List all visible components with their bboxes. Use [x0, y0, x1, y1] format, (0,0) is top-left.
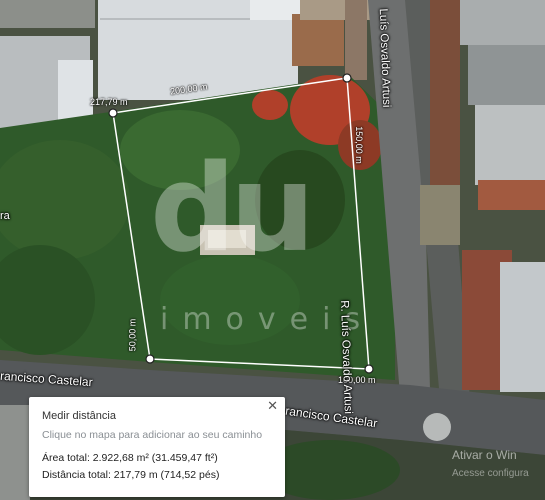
panel-title: Medir distância — [42, 410, 116, 422]
watermark-logo: du — [150, 140, 315, 279]
street-label-west: ra — [0, 210, 10, 222]
segment-label-left: 50,00 m — [127, 318, 138, 352]
area-label: Área total: — [42, 452, 90, 464]
measure-vertex[interactable] — [108, 108, 118, 118]
distance-value: 217,79 m (714,52 pés) — [113, 469, 220, 481]
distance-row: Distância total: 217,79 m (714,52 pés) — [42, 469, 219, 481]
area-value: 2.922,68 m² (31.459,47 ft²) — [92, 452, 218, 464]
panel-subtitle: Clique no mapa para adicionar ao seu cam… — [42, 429, 263, 441]
area-row: Área total: 2.922,68 m² (31.459,47 ft²) — [42, 452, 218, 464]
measure-distance-panel: Medir distância ✕ Clique no mapa para ad… — [29, 397, 285, 497]
os-activation-line2: Acesse configura — [452, 468, 529, 479]
close-icon[interactable]: ✕ — [267, 398, 278, 414]
segment-label-right: 150,00 m — [353, 126, 364, 164]
measure-vertex[interactable] — [145, 354, 155, 364]
measure-vertex[interactable] — [342, 73, 352, 83]
distance-label: Distância total: — [42, 469, 111, 481]
os-activation-line1: Ativar o Win — [452, 448, 517, 462]
satellite-map[interactable]: du imoveis 217,79 m 200,00 m 150,00 m 50… — [0, 0, 545, 500]
segment-label-top-left: 217,79 m — [90, 97, 128, 107]
measure-vertex[interactable] — [364, 364, 374, 374]
